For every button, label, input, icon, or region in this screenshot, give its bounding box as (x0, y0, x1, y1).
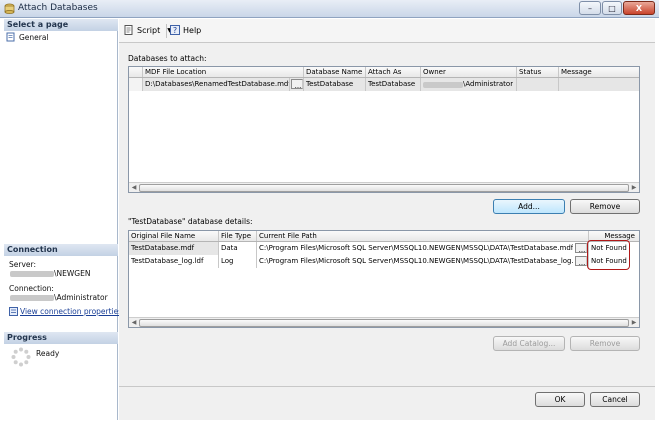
col-database-name[interactable]: Database Name (304, 67, 366, 77)
view-connection-properties[interactable]: View connection properties (9, 307, 122, 316)
maximize-button[interactable]: □ (602, 1, 622, 15)
current-file-path-cell[interactable]: C:\Program Files\Microsoft SQL Server\MS… (257, 242, 573, 255)
minimize-button[interactable]: – (579, 1, 601, 15)
script-label: Script (137, 25, 161, 35)
message-cell (559, 78, 639, 91)
details-row-ldf[interactable]: TestDatabase_log.ldf Log C:\Program File… (129, 255, 639, 268)
row-selector[interactable] (129, 78, 143, 91)
maximize-icon: □ (608, 3, 616, 13)
details-row-mdf[interactable]: TestDatabase.mdf Data C:\Program Files\M… (129, 242, 639, 255)
remove-attach-button[interactable]: Remove (570, 199, 640, 214)
scroll-left-icon[interactable]: ◀ (129, 318, 139, 328)
original-file-name-cell[interactable]: TestDatabase.mdf (129, 242, 219, 255)
browse-mdf-button[interactable]: ... (291, 79, 303, 89)
help-button[interactable]: ? Help (170, 25, 201, 35)
database-details-label: "TestDatabase" database details: (128, 217, 253, 226)
progress-spinner-icon (11, 347, 31, 369)
server-value: \NEWGEN (54, 269, 91, 278)
database-name-cell[interactable]: TestDatabase (304, 78, 366, 91)
col-current-file-path[interactable]: Current File Path (257, 231, 589, 241)
browse-path-button[interactable]: ... (575, 256, 587, 266)
footer-divider (119, 386, 655, 387)
general-page-icon (6, 32, 15, 42)
owner-cell[interactable]: \Administrator (463, 78, 513, 91)
col-status[interactable]: Status (517, 67, 559, 77)
file-type-cell: Log (219, 255, 257, 268)
scroll-thumb[interactable] (139, 318, 629, 327)
server-label: Server: (9, 260, 36, 269)
connection-value: \Administrator (54, 293, 108, 302)
redacted-connection-name (10, 294, 54, 301)
col-original-file-name[interactable]: Original File Name (129, 231, 219, 241)
original-file-name-cell[interactable]: TestDatabase_log.ldf (129, 255, 219, 268)
col-message[interactable]: Message (559, 67, 639, 77)
redacted-owner-name (423, 81, 463, 88)
help-label: Help (183, 25, 202, 35)
cancel-button[interactable]: Cancel (590, 392, 640, 407)
close-icon: X (635, 3, 643, 13)
svg-text:?: ? (173, 26, 177, 35)
col-owner[interactable]: Owner (421, 67, 517, 77)
remove-details-button[interactable]: Remove (570, 336, 640, 351)
current-file-path-cell[interactable]: C:\Program Files\Microsoft SQL Server\MS… (257, 255, 573, 268)
not-found-highlight (587, 240, 630, 270)
details-grid[interactable]: Original File Name File Type Current Fil… (128, 230, 640, 328)
row-selector-header (129, 67, 143, 77)
col-attach-as[interactable]: Attach As (366, 67, 421, 77)
add-catalog-button[interactable]: Add Catalog... (493, 336, 565, 351)
close-button[interactable]: X (623, 1, 655, 15)
window-icon (4, 3, 15, 14)
add-button[interactable]: Add... (493, 199, 565, 214)
attach-grid-header: MDF File Location Database Name Attach A… (129, 67, 639, 78)
window-title: Attach Databases (18, 3, 98, 13)
attach-grid[interactable]: MDF File Location Database Name Attach A… (128, 66, 640, 193)
details-grid-hscrollbar[interactable]: ◀ ▶ (129, 317, 639, 327)
status-cell (517, 78, 559, 91)
mdf-location-cell[interactable]: D:\Databases\RenamedTestDatabase.mdf (143, 78, 290, 91)
col-file-type[interactable]: File Type (219, 231, 257, 241)
attach-row[interactable]: D:\Databases\RenamedTestDatabase.mdf ...… (129, 78, 639, 91)
browse-path-button[interactable]: ... (575, 243, 587, 253)
toolbar-divider (166, 24, 167, 38)
properties-icon (9, 307, 18, 316)
script-button[interactable]: Script ▼ (124, 25, 172, 35)
connection-header: Connection (4, 244, 118, 256)
scroll-left-icon[interactable]: ◀ (129, 183, 139, 193)
databases-to-attach-label: Databases to attach: (128, 54, 207, 63)
scroll-right-icon[interactable]: ▶ (629, 183, 639, 193)
progress-status: Ready (36, 349, 60, 358)
details-grid-header: Original File Name File Type Current Fil… (129, 231, 639, 242)
col-mdf-location[interactable]: MDF File Location (143, 67, 304, 77)
page-item-general[interactable]: General (6, 32, 49, 42)
attach-grid-hscrollbar[interactable]: ◀ ▶ (129, 182, 639, 192)
redacted-server-name (10, 270, 54, 277)
attach-as-cell[interactable]: TestDatabase (366, 78, 421, 91)
view-connection-properties-link[interactable]: View connection properties (20, 307, 122, 316)
title-bar (0, 0, 659, 18)
scroll-thumb[interactable] (139, 183, 629, 192)
connection-label: Connection: (9, 284, 54, 293)
progress-header: Progress (4, 332, 118, 344)
select-page-header: Select a page (4, 19, 118, 31)
page-item-label: General (19, 32, 49, 42)
file-type-cell: Data (219, 242, 257, 255)
script-icon (124, 25, 133, 35)
help-icon: ? (170, 25, 180, 35)
ok-button[interactable]: OK (535, 392, 585, 407)
minimize-icon: – (588, 3, 592, 13)
scroll-right-icon[interactable]: ▶ (629, 318, 639, 328)
